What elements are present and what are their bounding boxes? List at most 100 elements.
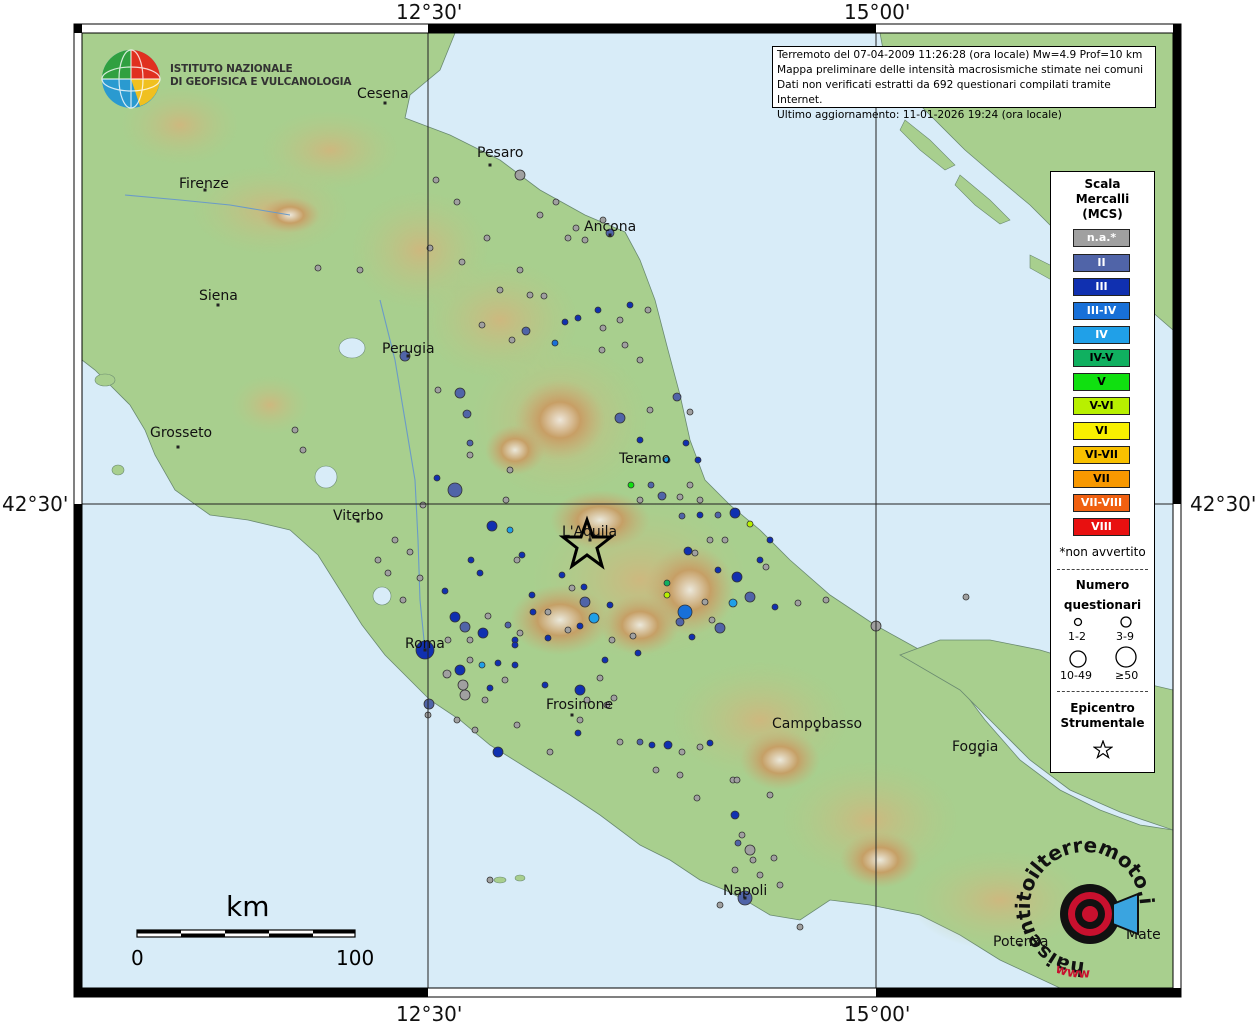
- intensity-point[interactable]: [513, 556, 521, 564]
- intensity-point[interactable]: [688, 633, 696, 641]
- intensity-point[interactable]: [564, 234, 572, 242]
- intensity-point[interactable]: [529, 608, 537, 616]
- intensity-point[interactable]: [462, 409, 472, 419]
- intensity-point[interactable]: [636, 738, 644, 746]
- intensity-point[interactable]: [458, 258, 466, 266]
- intensity-point[interactable]: [541, 681, 549, 689]
- intensity-point[interactable]: [494, 659, 502, 667]
- intensity-point[interactable]: [496, 286, 504, 294]
- intensity-point[interactable]: [596, 674, 604, 682]
- intensity-point[interactable]: [558, 571, 566, 579]
- intensity-point[interactable]: [749, 856, 757, 864]
- intensity-point[interactable]: [564, 626, 572, 634]
- intensity-point[interactable]: [663, 740, 673, 750]
- intensity-point[interactable]: [601, 656, 609, 664]
- intensity-point[interactable]: [744, 844, 756, 856]
- intensity-point[interactable]: [486, 520, 498, 532]
- intensity-point[interactable]: [492, 746, 504, 758]
- intensity-point[interactable]: [636, 356, 644, 364]
- intensity-point[interactable]: [663, 579, 671, 587]
- intensity-point[interactable]: [796, 923, 804, 931]
- intensity-point[interactable]: [384, 569, 392, 577]
- intensity-point[interactable]: [696, 743, 704, 751]
- intensity-point[interactable]: [449, 611, 461, 623]
- intensity-point[interactable]: [576, 716, 584, 724]
- intensity-point[interactable]: [686, 408, 694, 416]
- intensity-point[interactable]: [518, 551, 526, 559]
- intensity-point[interactable]: [694, 456, 702, 464]
- intensity-point[interactable]: [728, 598, 738, 608]
- intensity-point[interactable]: [434, 386, 442, 394]
- intensity-point[interactable]: [581, 236, 589, 244]
- intensity-point[interactable]: [771, 603, 779, 611]
- intensity-point[interactable]: [546, 748, 554, 756]
- intensity-point[interactable]: [506, 526, 514, 534]
- intensity-point[interactable]: [647, 481, 655, 489]
- intensity-point[interactable]: [762, 563, 770, 571]
- intensity-point[interactable]: [501, 676, 509, 684]
- intensity-point[interactable]: [706, 739, 714, 747]
- intensity-point[interactable]: [504, 621, 512, 629]
- intensity-point[interactable]: [374, 556, 382, 564]
- intensity-point[interactable]: [706, 536, 714, 544]
- intensity-point[interactable]: [574, 314, 582, 322]
- intensity-point[interactable]: [476, 569, 484, 577]
- intensity-point[interactable]: [552, 198, 560, 206]
- intensity-point[interactable]: [686, 481, 694, 489]
- intensity-point[interactable]: [572, 224, 580, 232]
- intensity-point[interactable]: [419, 501, 427, 509]
- intensity-point[interactable]: [676, 493, 684, 501]
- intensity-point[interactable]: [744, 591, 756, 603]
- intensity-point[interactable]: [696, 511, 704, 519]
- intensity-point[interactable]: [733, 776, 741, 784]
- intensity-point[interactable]: [483, 234, 491, 242]
- intensity-point[interactable]: [467, 556, 475, 564]
- intensity-point[interactable]: [511, 661, 519, 669]
- intensity-point[interactable]: [526, 291, 534, 299]
- intensity-point[interactable]: [432, 176, 440, 184]
- intensity-point[interactable]: [599, 324, 607, 332]
- intensity-point[interactable]: [484, 612, 492, 620]
- intensity-point[interactable]: [663, 591, 671, 599]
- intensity-point[interactable]: [677, 604, 693, 620]
- intensity-point[interactable]: [447, 482, 463, 498]
- intensity-point[interactable]: [579, 596, 591, 608]
- intensity-point[interactable]: [453, 716, 461, 724]
- intensity-point[interactable]: [442, 669, 452, 679]
- intensity-point[interactable]: [794, 599, 802, 607]
- intensity-point[interactable]: [454, 387, 466, 399]
- intensity-point[interactable]: [634, 649, 642, 657]
- intensity-point[interactable]: [629, 632, 637, 640]
- intensity-point[interactable]: [391, 536, 399, 544]
- intensity-point[interactable]: [481, 696, 489, 704]
- intensity-point[interactable]: [636, 496, 644, 504]
- intensity-point[interactable]: [678, 512, 686, 520]
- intensity-point[interactable]: [627, 481, 635, 489]
- intensity-point[interactable]: [478, 321, 486, 329]
- intensity-point[interactable]: [636, 436, 644, 444]
- intensity-point[interactable]: [444, 636, 452, 644]
- intensity-point[interactable]: [652, 766, 660, 774]
- intensity-point[interactable]: [516, 266, 524, 274]
- intensity-point[interactable]: [574, 684, 586, 696]
- intensity-point[interactable]: [714, 511, 722, 519]
- intensity-point[interactable]: [466, 636, 474, 644]
- intensity-point[interactable]: [441, 587, 449, 595]
- intensity-point[interactable]: [502, 496, 510, 504]
- intensity-point[interactable]: [962, 593, 970, 601]
- intensity-point[interactable]: [756, 871, 764, 879]
- intensity-point[interactable]: [536, 211, 544, 219]
- intensity-point[interactable]: [478, 661, 486, 669]
- intensity-point[interactable]: [540, 292, 548, 300]
- intensity-point[interactable]: [568, 584, 576, 592]
- intensity-point[interactable]: [683, 546, 693, 556]
- intensity-point[interactable]: [693, 794, 701, 802]
- intensity-point[interactable]: [551, 339, 559, 347]
- intensity-point[interactable]: [616, 316, 624, 324]
- intensity-point[interactable]: [770, 854, 778, 862]
- intensity-point[interactable]: [657, 491, 667, 501]
- intensity-point[interactable]: [466, 451, 474, 459]
- intensity-point[interactable]: [521, 326, 531, 336]
- intensity-point[interactable]: [516, 629, 524, 637]
- intensity-point[interactable]: [766, 536, 774, 544]
